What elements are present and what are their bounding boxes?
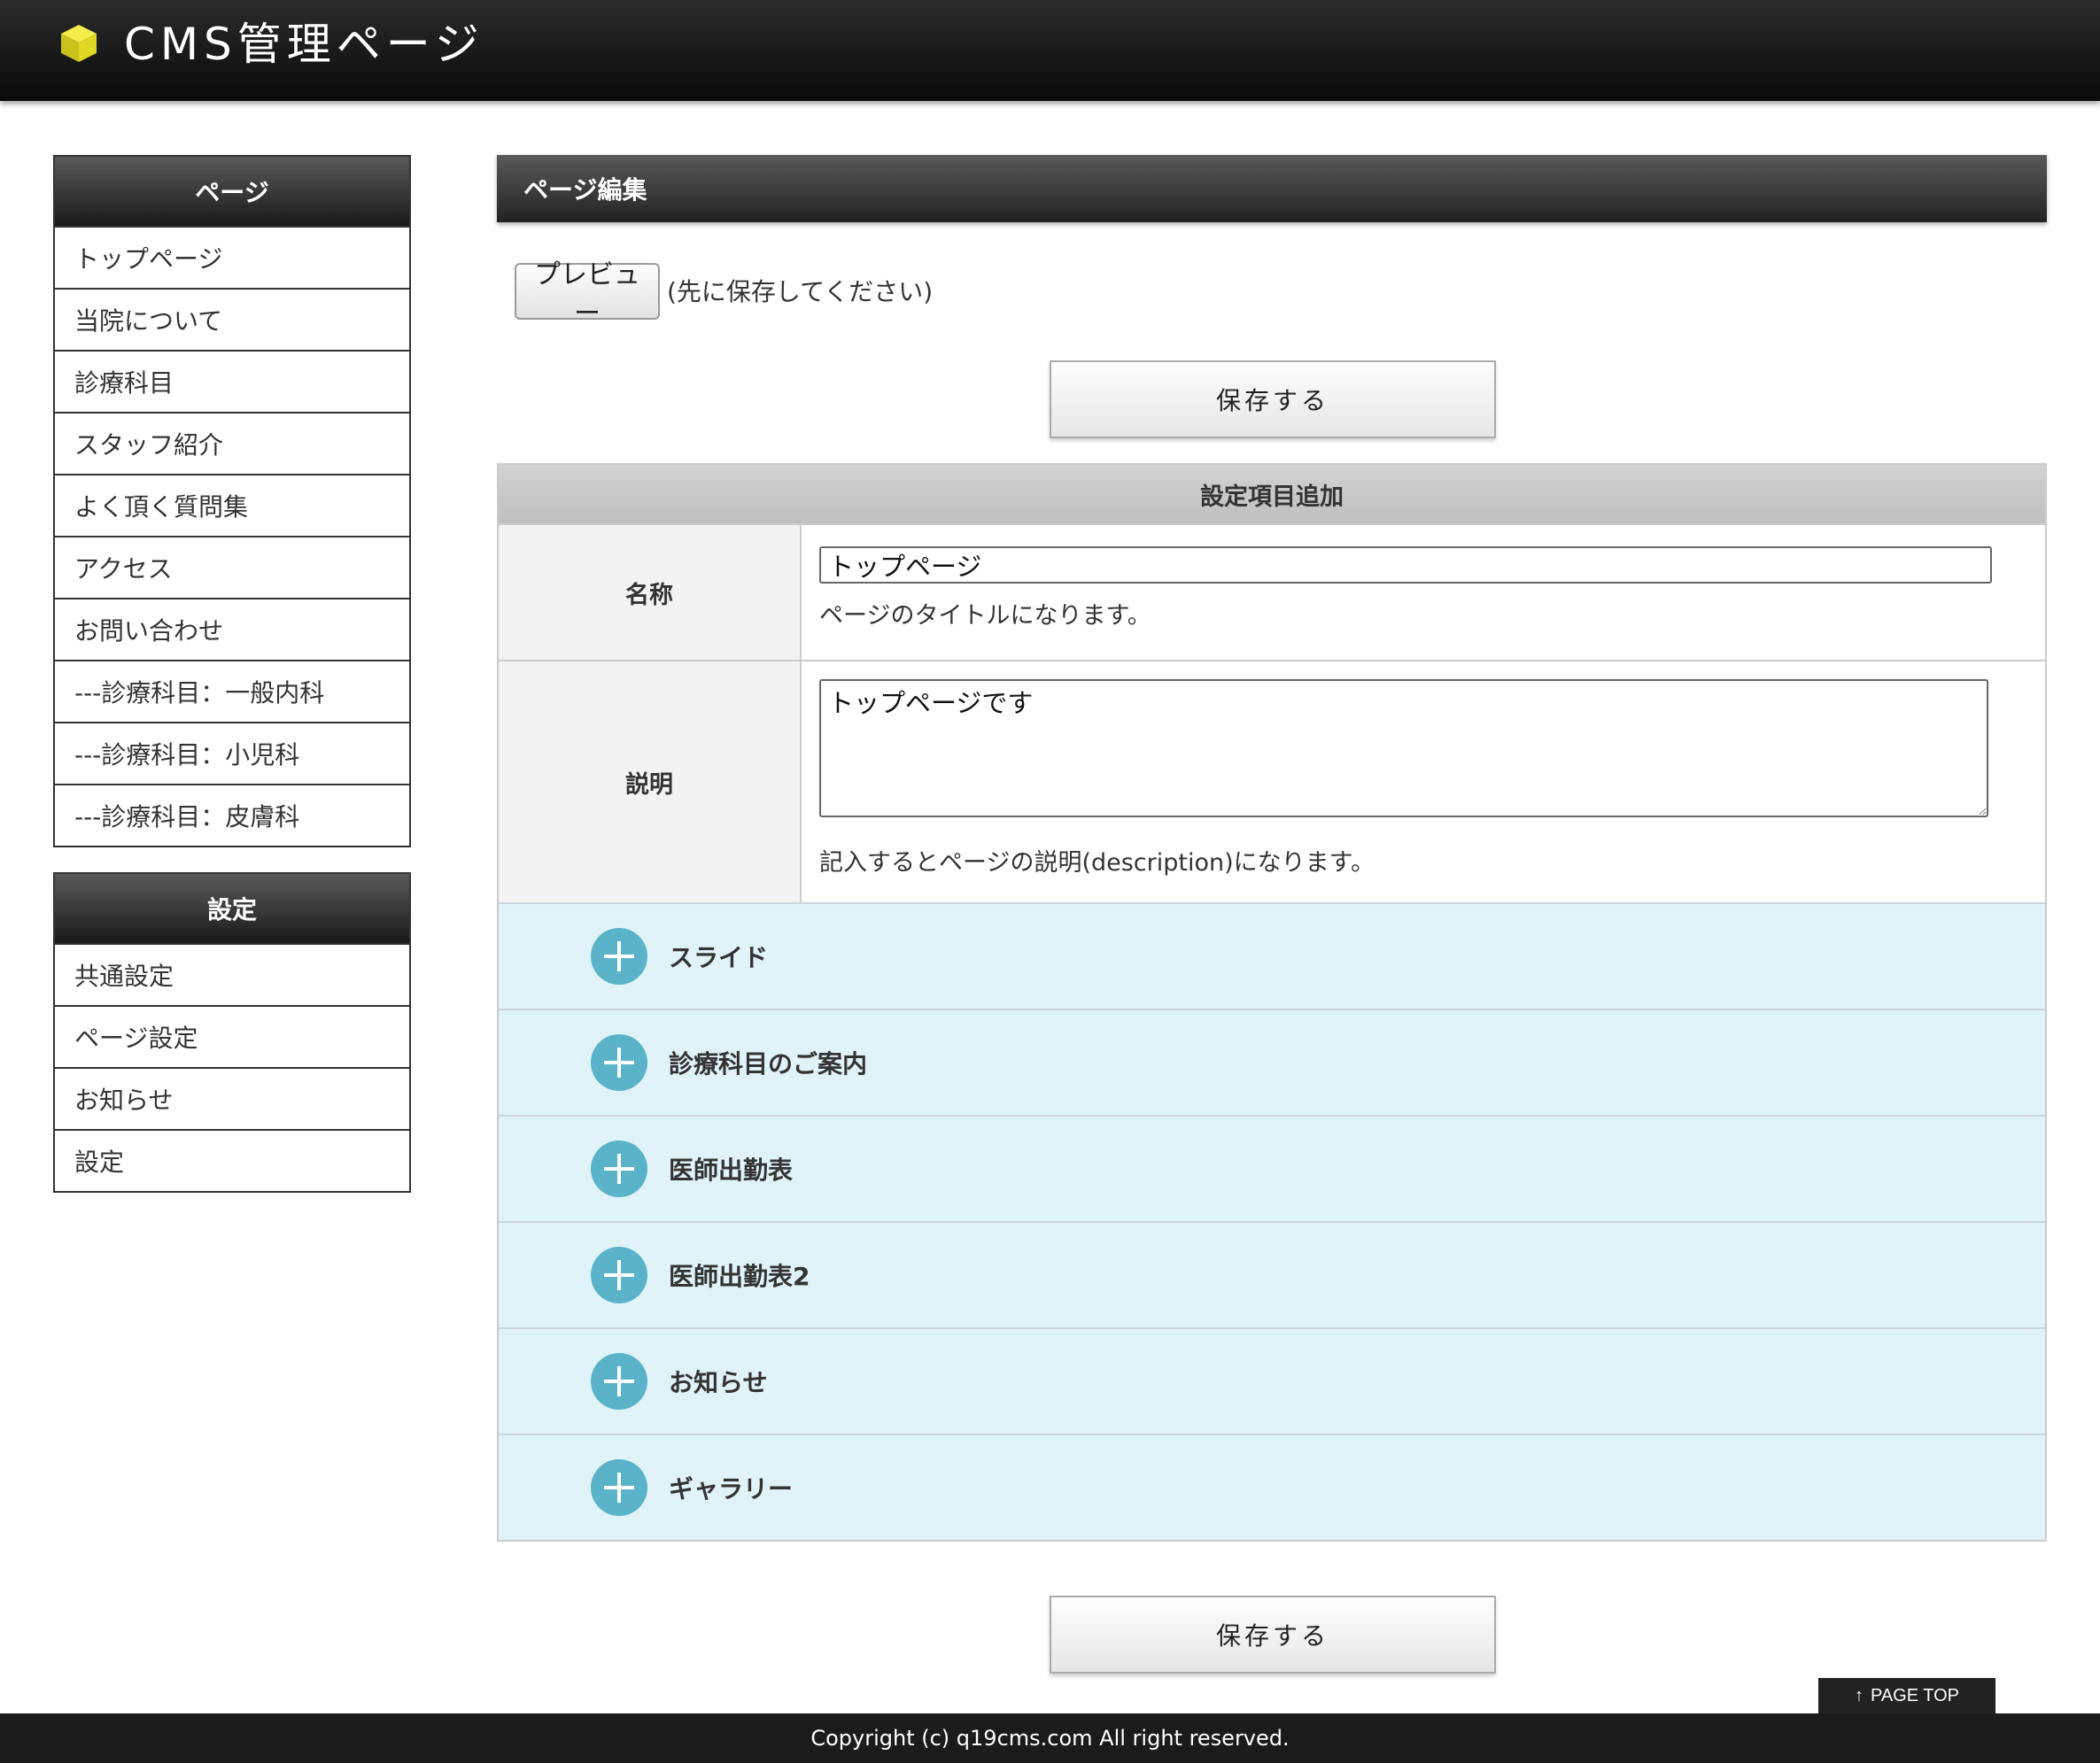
sidebar-item-internal-medicine[interactable]: ---診療科目：一般内科 xyxy=(55,660,409,722)
preview-button[interactable]: プレビュー xyxy=(515,259,660,329)
sidebar-item-about[interactable]: 当院について xyxy=(55,288,409,350)
section-doctor-schedule-2[interactable]: 医師出勤表2 xyxy=(499,1221,2045,1327)
save-button-bottom[interactable]: 保存する xyxy=(1050,1596,1496,1674)
save-button-top[interactable]: 保存する xyxy=(1050,360,1496,438)
page-top-label: PAGE TOP xyxy=(1870,1685,1960,1705)
sidebar-item-dermatology[interactable]: ---診療科目：皮膚科 xyxy=(55,784,409,846)
section-doctor-schedule[interactable]: 医師出勤表 xyxy=(499,1115,2045,1221)
name-label: 名称 xyxy=(499,525,802,660)
page-edit-heading: ページ編集 xyxy=(497,155,2047,222)
name-field[interactable] xyxy=(819,546,1992,584)
name-row: 名称 ページのタイトルになります。 xyxy=(499,523,2045,660)
sidebar-item-settings[interactable]: 設定 xyxy=(55,1129,409,1191)
sidebar-item-news[interactable]: お知らせ xyxy=(55,1067,409,1129)
section-label: お知らせ xyxy=(669,1368,768,1397)
sidebar-item-departments[interactable]: 診療科目 xyxy=(55,350,409,412)
section-news[interactable]: お知らせ xyxy=(499,1327,2045,1434)
section-slide[interactable]: スライド xyxy=(499,902,2045,1009)
section-label: ギャラリー xyxy=(669,1474,794,1504)
sidebar-item-pediatrics[interactable]: ---診療科目：小児科 xyxy=(55,722,409,784)
app-title: CMS管理ページ xyxy=(124,19,484,70)
sidebar-item-faq[interactable]: よく頂く質問集 xyxy=(55,474,409,536)
sidebar-pages-heading: ページ xyxy=(55,157,409,226)
section-departments-guide[interactable]: 診療科目のご案内 xyxy=(499,1009,2045,1115)
sidebar-settings-heading: 設定 xyxy=(55,874,409,943)
plus-icon[interactable] xyxy=(591,1247,647,1303)
settings-table: 設定項目追加 名称 ページのタイトルになります。 説明 トップページです 記入す… xyxy=(497,463,2047,1542)
preview-note: (先に保存してください) xyxy=(667,277,934,306)
sidebar-item-page-settings[interactable]: ページ設定 xyxy=(55,1005,409,1067)
settings-table-title: 設定項目追加 xyxy=(499,465,2045,523)
description-field[interactable]: トップページです xyxy=(819,679,1988,817)
arrow-up-icon: ↑ xyxy=(1854,1685,1864,1705)
sidebar-item-access[interactable]: アクセス xyxy=(55,536,409,598)
footer-copyright: Copyright (c) q19cms.com All right reser… xyxy=(0,1713,2100,1763)
description-help: 記入するとページの説明(description)になります。 xyxy=(819,849,1375,877)
section-gallery[interactable]: ギャラリー xyxy=(499,1434,2045,1540)
sidebar-item-contact[interactable]: お問い合わせ xyxy=(55,598,409,660)
plus-icon[interactable] xyxy=(591,1034,647,1091)
description-row: 説明 トップページです 記入するとページの説明(description)になりま… xyxy=(499,660,2045,902)
sidebar-pages: ページ トップページ 当院について 診療科目 スタッフ紹介 よく頂く質問集 アク… xyxy=(53,155,411,847)
description-label: 説明 xyxy=(499,661,802,902)
plus-icon[interactable] xyxy=(591,1141,647,1197)
yellow-cube-icon xyxy=(61,25,97,62)
section-label: スライド xyxy=(669,943,769,972)
page-top-button[interactable]: ↑ PAGE TOP xyxy=(1818,1678,1995,1713)
app-header: CMS管理ページ xyxy=(0,0,2100,101)
section-label: 診療科目のご案内 xyxy=(669,1049,868,1079)
sidebar-item-common-settings[interactable]: 共通設定 xyxy=(55,943,409,1005)
plus-icon[interactable] xyxy=(591,928,647,985)
sidebar-item-top[interactable]: トップページ xyxy=(55,226,409,288)
sidebar-item-staff[interactable]: スタッフ紹介 xyxy=(55,412,409,474)
section-label: 医師出勤表 xyxy=(669,1156,794,1185)
plus-icon[interactable] xyxy=(591,1353,647,1410)
section-label: 医師出勤表2 xyxy=(669,1262,810,1291)
sidebar-settings: 設定 共通設定 ページ設定 お知らせ 設定 xyxy=(53,872,411,1193)
name-help: ページのタイトルになります。 xyxy=(819,602,1151,630)
plus-icon[interactable] xyxy=(591,1459,647,1516)
